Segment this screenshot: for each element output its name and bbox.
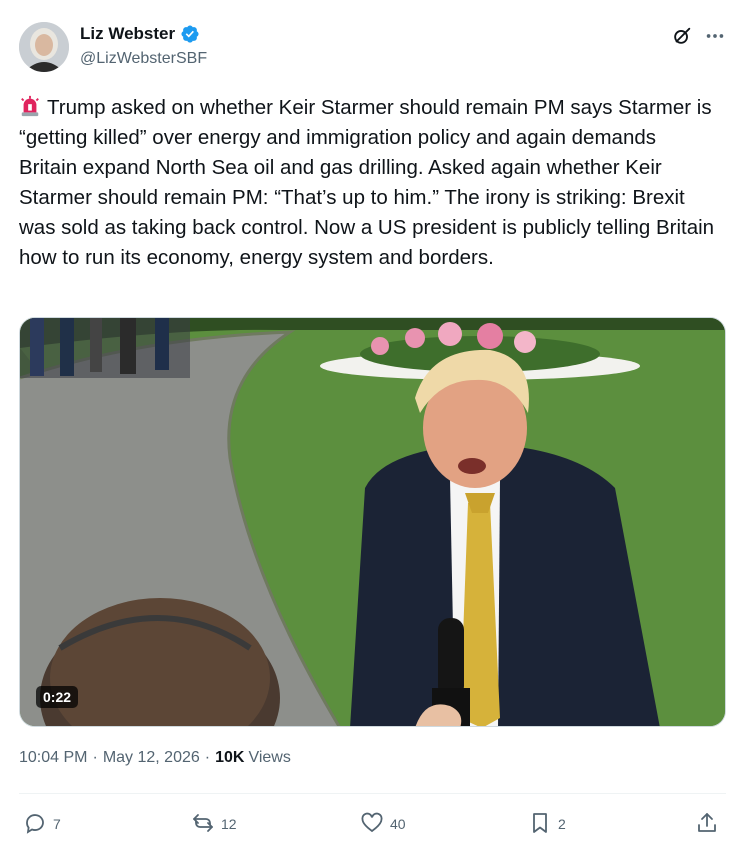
video-thumbnail xyxy=(20,318,725,726)
like-count: 40 xyxy=(390,816,406,832)
avatar[interactable] xyxy=(19,22,69,72)
meta-separator: · xyxy=(204,749,211,766)
share-icon xyxy=(695,811,719,838)
bookmark-icon xyxy=(528,811,552,838)
grok-icon[interactable] xyxy=(670,24,694,48)
views-count: 10K xyxy=(215,749,245,766)
repost-button[interactable]: 12 xyxy=(191,806,237,842)
share-button[interactable] xyxy=(695,806,719,842)
tweet-time[interactable]: 10:04 PM xyxy=(19,749,87,767)
repost-count: 12 xyxy=(221,816,237,832)
tweet-actions-bar: 7 12 40 2 xyxy=(19,806,726,842)
video-player[interactable]: 0:22 xyxy=(19,317,726,727)
reply-icon xyxy=(23,811,47,838)
divider xyxy=(19,793,726,794)
police-light-emoji-icon xyxy=(19,95,41,117)
views-label: Views xyxy=(248,749,291,766)
tweet-card: Liz Webster @LizWebsterSBF Trump asked o… xyxy=(0,0,746,847)
repost-icon xyxy=(191,811,215,838)
meta-separator: · xyxy=(92,749,98,766)
tweet-date[interactable]: May 12, 2026 xyxy=(103,749,200,767)
bookmark-button[interactable]: 2 xyxy=(528,806,566,842)
author-display-name[interactable]: Liz Webster xyxy=(80,24,175,44)
author-handle[interactable]: @LizWebsterSBF xyxy=(80,50,207,68)
verified-badge-icon xyxy=(180,24,200,44)
more-horizontal-icon[interactable] xyxy=(703,24,727,48)
reply-button[interactable]: 7 xyxy=(23,806,61,842)
heart-icon xyxy=(360,811,384,838)
like-button[interactable]: 40 xyxy=(360,806,406,842)
tweet-metadata: 10:04 PM · May 12, 2026 · 10K Views xyxy=(19,749,291,767)
reply-count: 7 xyxy=(53,816,61,832)
video-duration-badge: 0:22 xyxy=(36,686,79,708)
tweet-text: Trump asked on whether Keir Starmer shou… xyxy=(19,96,715,269)
bookmark-count: 2 xyxy=(558,816,566,832)
tweet-text-block: Trump asked on whether Keir Starmer shou… xyxy=(19,93,719,273)
author-name-row[interactable]: Liz Webster xyxy=(80,24,200,44)
